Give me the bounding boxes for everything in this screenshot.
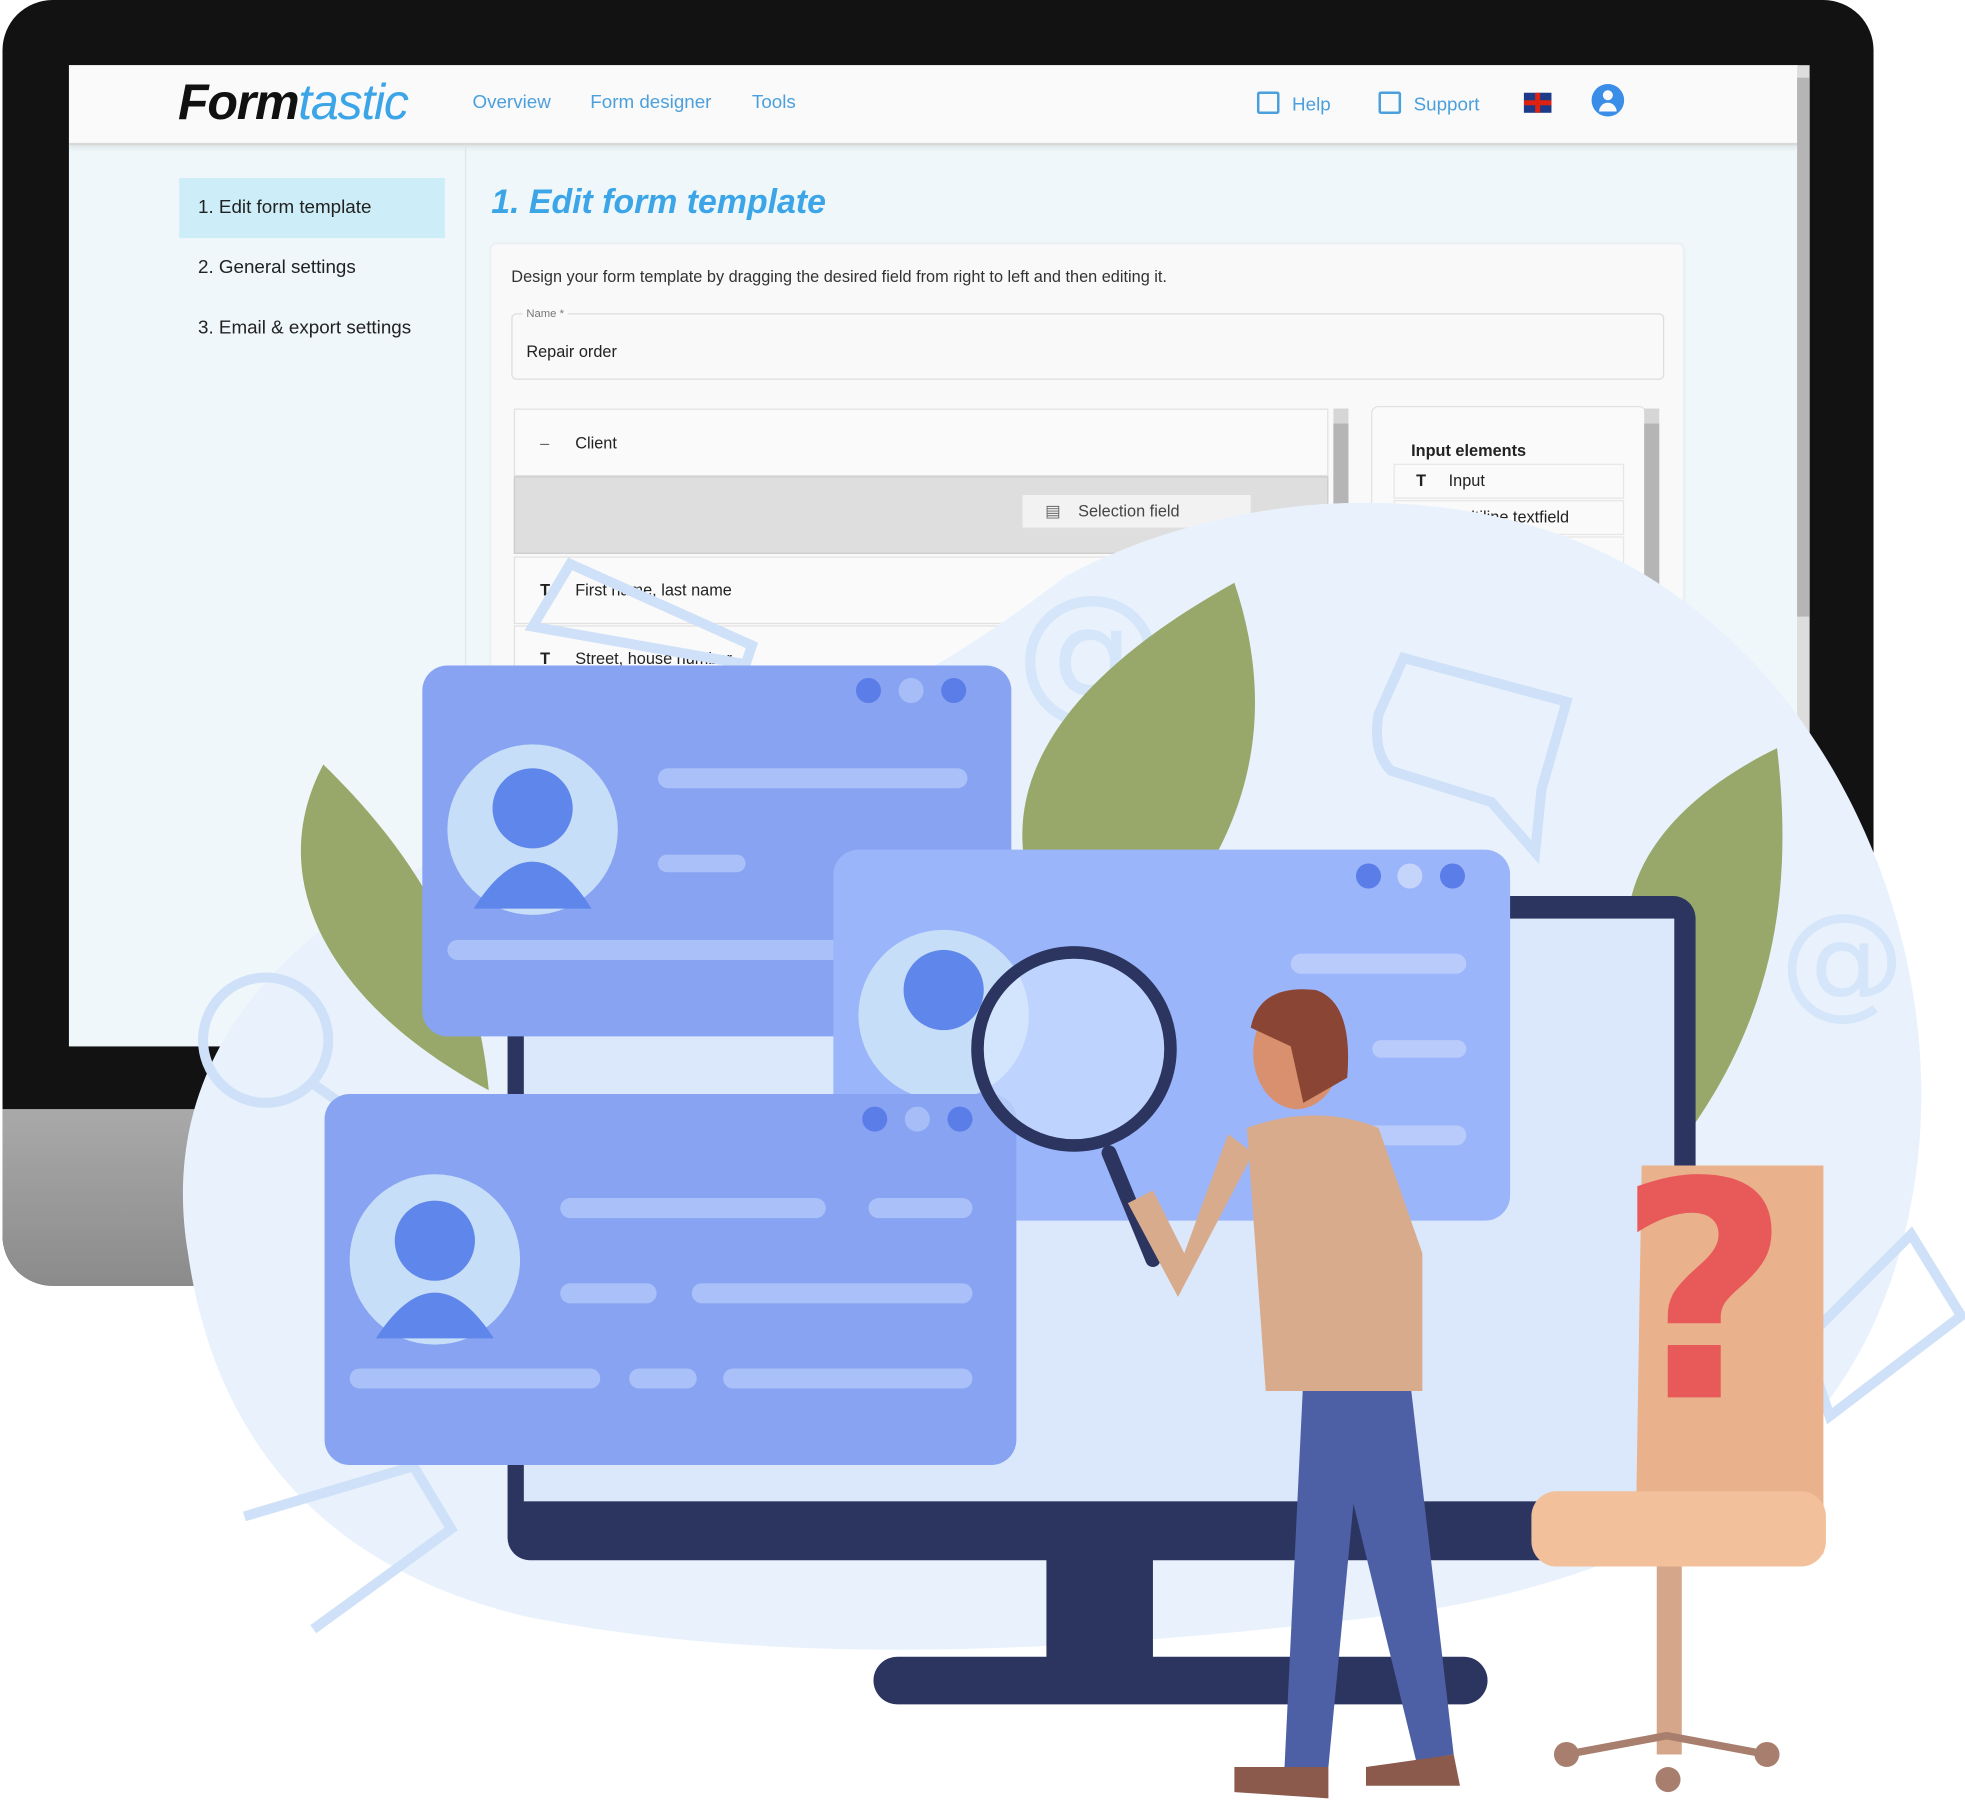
- profile-window: [324, 1094, 1017, 1465]
- question-mark-icon: ?: [1617, 1118, 1791, 1468]
- paper-plane-icon: [524, 557, 759, 670]
- at-sign-icon: @: [1780, 887, 1905, 1033]
- illustration: @ @ ?: [182, 502, 1965, 1799]
